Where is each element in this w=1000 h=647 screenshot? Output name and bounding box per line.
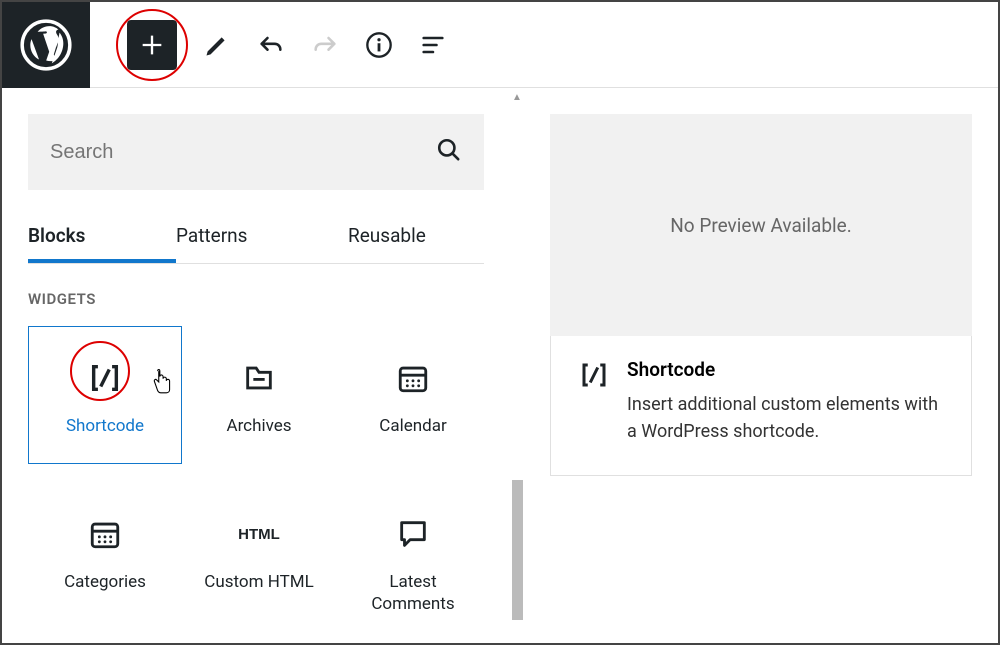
- tab-patterns[interactable]: Patterns: [176, 212, 348, 263]
- main-area: Blocks Patterns Reusable WIDGETS Shortco…: [2, 88, 998, 645]
- block-categories[interactable]: Categories: [28, 482, 182, 620]
- search-input[interactable]: [50, 141, 462, 164]
- wordpress-icon: [20, 19, 72, 71]
- html-icon: HTML: [238, 505, 280, 563]
- info-icon: [365, 31, 393, 59]
- blocks-grid: Shortcode Archives Calendar Categories: [28, 326, 484, 620]
- block-detail-title: Shortcode: [627, 358, 943, 381]
- block-label: Calendar: [379, 415, 446, 437]
- add-block-button[interactable]: [127, 20, 177, 70]
- wordpress-logo[interactable]: [2, 2, 90, 88]
- block-label: Categories: [64, 571, 146, 593]
- top-toolbar: [2, 2, 998, 88]
- preview-area: No Preview Available.: [550, 114, 972, 336]
- scroll-up-icon: ▲: [510, 92, 524, 103]
- block-shortcode[interactable]: Shortcode: [28, 326, 182, 464]
- redo-button[interactable]: [298, 18, 352, 72]
- edit-button[interactable]: [190, 18, 244, 72]
- section-heading-widgets: WIDGETS: [28, 290, 484, 308]
- block-detail-description: Insert additional custom elements with a…: [627, 391, 943, 445]
- pencil-icon: [203, 31, 231, 59]
- tab-reusable[interactable]: Reusable: [348, 212, 478, 263]
- block-calendar[interactable]: Calendar: [336, 326, 490, 464]
- comment-icon: [396, 505, 430, 563]
- scrollbar[interactable]: ▲: [510, 90, 524, 647]
- editor-toolbar: [90, 7, 460, 83]
- info-button[interactable]: [352, 18, 406, 72]
- shortcode-icon: [579, 358, 609, 445]
- undo-button[interactable]: [244, 18, 298, 72]
- scrollbar-thumb[interactable]: [512, 480, 523, 620]
- tab-blocks[interactable]: Blocks: [28, 212, 176, 263]
- plus-icon: [138, 31, 166, 59]
- add-block-button-wrap: [114, 7, 190, 83]
- block-custom-html[interactable]: HTML Custom HTML: [182, 482, 336, 620]
- outline-button[interactable]: [406, 18, 460, 72]
- redo-icon: [311, 31, 339, 59]
- no-preview-text: No Preview Available.: [670, 214, 851, 237]
- shortcode-icon: [88, 349, 122, 407]
- list-outline-icon: [419, 31, 447, 59]
- block-label: Archives: [226, 415, 291, 437]
- block-detail: Shortcode Insert additional custom eleme…: [550, 336, 972, 476]
- block-label: Shortcode: [66, 415, 144, 437]
- inserter-tabs: Blocks Patterns Reusable: [28, 212, 484, 264]
- undo-icon: [257, 31, 285, 59]
- search-box: [28, 114, 484, 190]
- block-inserter-panel: Blocks Patterns Reusable WIDGETS Shortco…: [2, 88, 510, 645]
- block-label: Custom HTML: [204, 571, 313, 593]
- search-icon: [436, 137, 462, 167]
- cursor-hand-icon: [151, 369, 173, 395]
- preview-panel: No Preview Available. Shortcode Insert a…: [526, 88, 998, 645]
- block-latest-comments[interactable]: Latest Comments: [336, 482, 490, 620]
- archives-icon: [242, 349, 276, 407]
- calendar-icon: [396, 349, 430, 407]
- categories-icon: [88, 505, 122, 563]
- block-label: Latest Comments: [371, 571, 454, 615]
- block-archives[interactable]: Archives: [182, 326, 336, 464]
